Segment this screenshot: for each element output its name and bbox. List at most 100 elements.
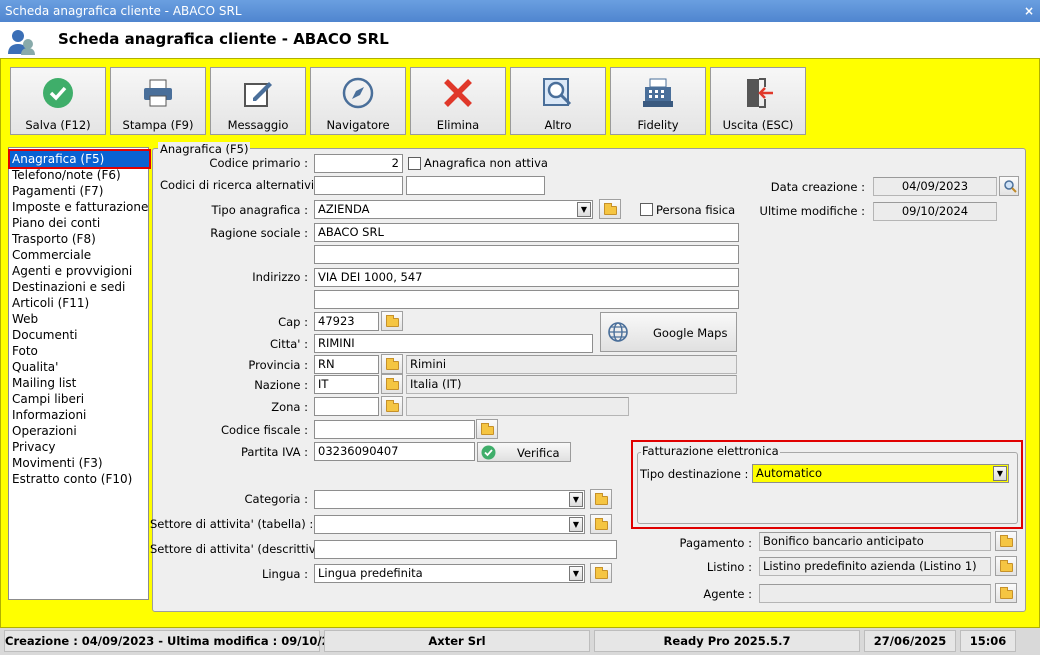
nav-item-web[interactable]: Web	[12, 311, 38, 327]
nav-item-anagrafica[interactable]: Anagrafica (F5)	[8, 149, 151, 169]
settore-tabella-select[interactable]: ▼	[314, 515, 585, 534]
codice-fiscale-folder-button[interactable]	[476, 419, 498, 439]
delete-button[interactable]: Elimina	[410, 67, 506, 135]
tipo-anagrafica-select[interactable]: AZIENDA ▼	[314, 200, 593, 219]
codice-alternativo-2-input[interactable]	[406, 176, 545, 195]
persona-fisica-label: Persona fisica	[656, 203, 736, 217]
nav-item-operazioni[interactable]: Operazioni	[12, 423, 77, 439]
lingua-value: Lingua predefinita	[318, 566, 423, 580]
message-button[interactable]: Messaggio	[210, 67, 306, 135]
zona-input[interactable]	[314, 397, 379, 416]
codice-fiscale-input[interactable]	[314, 420, 475, 439]
nav-item-documenti[interactable]: Documenti	[12, 327, 78, 343]
categoria-select[interactable]: ▼	[314, 490, 585, 509]
verifica-label: Verifica	[517, 446, 560, 460]
nav-item-estratto-conto[interactable]: Estratto conto (F10)	[12, 471, 132, 487]
nav-item-pagamenti[interactable]: Pagamenti (F7)	[12, 183, 103, 199]
nav-item-qualita[interactable]: Qualita'	[12, 359, 58, 375]
nav-item-movimenti[interactable]: Movimenti (F3)	[12, 455, 103, 471]
nav-item-telefono-note[interactable]: Telefono/note (F6)	[12, 167, 121, 183]
indirizzo-input[interactable]: VIA DEI 1000, 547	[314, 268, 739, 287]
nav-item-trasporto[interactable]: Trasporto (F8)	[12, 231, 96, 247]
pagamento-folder-button[interactable]	[995, 531, 1017, 551]
exit-button[interactable]: Uscita (ESC)	[710, 67, 806, 135]
status-version: Ready Pro 2025.5.7	[594, 630, 860, 652]
print-button[interactable]: Stampa (F9)	[110, 67, 206, 135]
nazione-folder-button[interactable]	[381, 374, 403, 394]
anagrafica-non-attiva-checkbox[interactable]	[408, 157, 421, 170]
fidelity-button[interactable]: Fidelity	[610, 67, 706, 135]
other-button[interactable]: Altro	[510, 67, 606, 135]
folder-icon	[386, 378, 399, 390]
ragione-sociale-2-input[interactable]	[314, 245, 739, 264]
agente-folder-button[interactable]	[995, 583, 1017, 603]
nav-item-destinazioni[interactable]: Destinazioni e sedi	[12, 279, 125, 295]
navigator-button[interactable]: Navigatore	[310, 67, 406, 135]
nav-item-mailing-list[interactable]: Mailing list	[12, 375, 76, 391]
provincia-description: Rimini	[406, 355, 737, 374]
group-title: Anagrafica (F5)	[158, 142, 251, 156]
page-header: Scheda anagrafica cliente - ABACO SRL	[0, 22, 1040, 58]
provincia-folder-button[interactable]	[381, 354, 403, 374]
lingua-folder-button[interactable]	[590, 563, 612, 583]
data-creazione-search-button[interactable]	[999, 176, 1019, 196]
persona-fisica-checkbox[interactable]	[640, 203, 653, 216]
chevron-down-icon[interactable]: ▼	[577, 202, 591, 217]
folder-icon	[595, 493, 608, 505]
settore-tabella-folder-button[interactable]	[590, 514, 612, 534]
status-bar: Creazione : 04/09/2023 - Ultima modifica…	[0, 628, 1040, 655]
chevron-down-icon[interactable]: ▼	[569, 517, 583, 532]
cap-input[interactable]: 47923	[314, 312, 379, 331]
cap-folder-button[interactable]	[381, 311, 403, 331]
codice-primario-input[interactable]: 2	[314, 154, 403, 173]
codice-fiscale-label: Codice fiscale :	[220, 423, 308, 437]
codice-alternativo-1-input[interactable]	[314, 176, 403, 195]
folder-icon	[386, 315, 399, 327]
nazione-input[interactable]: IT	[314, 375, 379, 394]
nav-item-commerciale[interactable]: Commerciale	[12, 247, 91, 263]
delete-button-label: Elimina	[436, 118, 480, 132]
provincia-input[interactable]: RN	[314, 355, 379, 374]
partita-iva-label: Partita IVA :	[240, 445, 308, 459]
partita-iva-input[interactable]: 03236090407	[314, 442, 475, 461]
exit-button-label: Uscita (ESC)	[722, 118, 794, 132]
tipo-anagrafica-label: Tipo anagrafica :	[211, 203, 308, 217]
zona-folder-button[interactable]	[381, 396, 403, 416]
window-close-button[interactable]: ×	[1022, 4, 1036, 18]
indirizzo-2-input[interactable]	[314, 290, 739, 309]
citta-input[interactable]: RIMINI	[314, 334, 593, 353]
chevron-down-icon[interactable]: ▼	[569, 566, 583, 581]
verifica-button[interactable]: Verifica	[477, 442, 571, 462]
message-icon	[244, 82, 272, 107]
page-title: Scheda anagrafica cliente - ABACO SRL	[58, 30, 389, 48]
nav-item-piano-conti[interactable]: Piano dei conti	[12, 215, 100, 231]
message-button-label: Messaggio	[227, 118, 289, 132]
tipo-anagrafica-folder-button[interactable]	[599, 199, 621, 219]
categoria-folder-button[interactable]	[590, 489, 612, 509]
nav-item-foto[interactable]: Foto	[12, 343, 38, 359]
tipo-destinazione-select[interactable]: Automatico ▼	[752, 464, 1009, 483]
folder-icon	[386, 400, 399, 412]
nav-item-privacy[interactable]: Privacy	[12, 439, 55, 455]
lingua-select[interactable]: Lingua predefinita ▼	[314, 564, 585, 583]
nav-item-articoli[interactable]: Articoli (F11)	[12, 295, 89, 311]
nav-item-informazioni[interactable]: Informazioni	[12, 407, 86, 423]
google-maps-button[interactable]: Google Maps	[600, 312, 737, 352]
listino-folder-button[interactable]	[995, 556, 1017, 576]
save-button[interactable]: Salva (F12)	[10, 67, 106, 135]
settore-tabella-label: Settore di attivita' (tabella) :	[150, 517, 314, 531]
codici-alternativi-label: Codici di ricerca alternativi :	[160, 178, 322, 192]
check-icon	[43, 78, 73, 108]
anagrafica-non-attiva-label: Anagrafica non attiva	[424, 156, 548, 170]
chevron-down-icon[interactable]: ▼	[993, 466, 1007, 481]
settore-descrittivo-input[interactable]	[314, 540, 617, 559]
listino-value: Listino predefinito azienda (Listino 1)	[759, 557, 991, 576]
chevron-down-icon[interactable]: ▼	[569, 492, 583, 507]
nav-item-campi-liberi[interactable]: Campi liberi	[12, 391, 84, 407]
nav-item-agenti[interactable]: Agenti e provvigioni	[12, 263, 132, 279]
window-title: Scheda anagrafica cliente - ABACO SRL	[5, 4, 242, 18]
provincia-label: Provincia :	[248, 358, 308, 372]
nav-item-imposte[interactable]: Imposte e fatturazione	[12, 199, 148, 215]
ragione-sociale-input[interactable]: ABACO SRL	[314, 223, 739, 242]
printer-icon	[144, 79, 172, 107]
